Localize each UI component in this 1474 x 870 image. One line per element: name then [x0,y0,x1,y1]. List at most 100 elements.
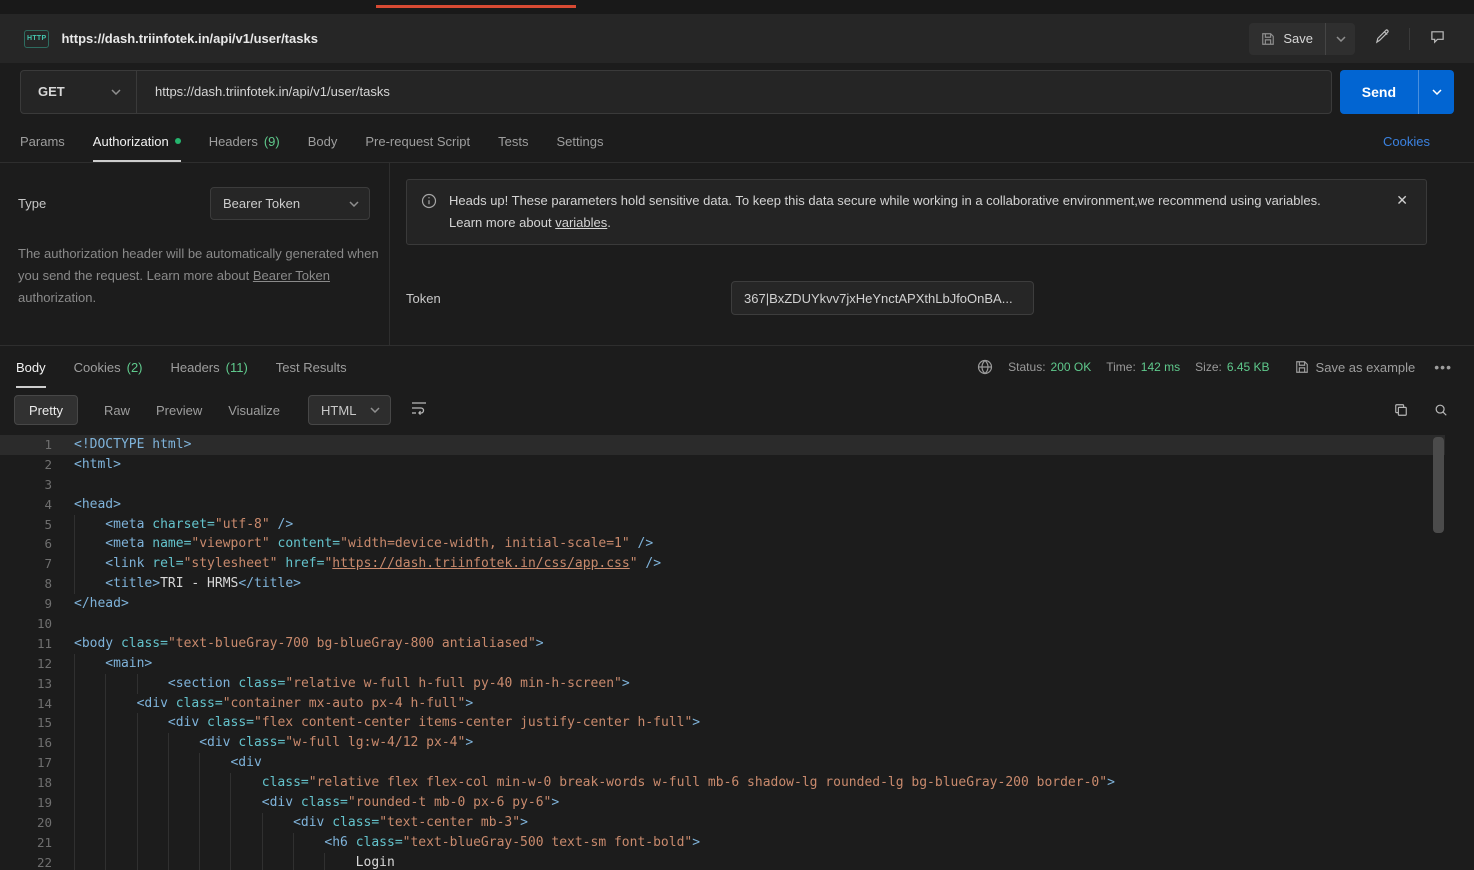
cookies-link[interactable]: Cookies [1383,134,1430,149]
url-input[interactable]: https://dash.triinfotek.in/api/v1/user/t… [137,71,1331,113]
method-select[interactable]: GET [21,71,137,113]
send-button[interactable]: Send [1340,70,1418,114]
response-tab-cookies[interactable]: Cookies (2) [74,346,143,388]
code-line[interactable]: 5<meta charset="utf-8" /> [0,515,1445,535]
comment-icon [1430,29,1445,49]
response-tab-body-label: Body [16,360,46,375]
line-content: <link rel="stylesheet" href="https://das… [52,554,661,574]
code-line[interactable]: 14<div class="container mx-auto px-4 h-f… [0,694,1445,714]
code-line[interactable]: 12<main> [0,654,1445,674]
header-actions: Save [1249,23,1452,55]
chevron-down-icon [111,89,121,95]
workspace-tab-strip [0,0,1474,14]
line-content: <div class="rounded-t mb-0 px-6 py-6"> [52,793,559,813]
code-line[interactable]: 1<!DOCTYPE html> [0,435,1445,455]
tab-prerequest-label: Pre-request Script [365,134,470,149]
tab-prerequest-script[interactable]: Pre-request Script [365,120,470,162]
chevron-down-icon [1336,36,1346,42]
authorization-detail-pane: Heads up! These parameters hold sensitiv… [390,163,1474,345]
line-number: 11 [0,634,52,654]
text-wrap-icon [411,401,427,420]
chevron-down-icon [1432,89,1442,95]
view-tab-pretty[interactable]: Pretty [14,395,78,425]
comments-button[interactable] [1422,24,1452,54]
line-content: <body class="text-blueGray-700 bg-blueGr… [52,634,544,654]
code-line[interactable]: 16<div class="w-full lg:w-4/12 px-4"> [0,733,1445,753]
tab-authorization-label: Authorization [93,134,169,149]
line-content: <div class="container mx-auto px-4 h-ful… [52,694,473,714]
save-button[interactable]: Save [1249,23,1325,55]
code-line[interactable]: 21<h6 class="text-blueGray-500 text-sm f… [0,833,1445,853]
view-tab-preview[interactable]: Preview [156,403,202,418]
code-line[interactable]: 8<title>TRI - HRMS</title> [0,574,1445,594]
response-tab-test-results[interactable]: Test Results [276,346,347,388]
tab-params[interactable]: Params [20,120,65,162]
code-line[interactable]: 2<html> [0,455,1445,475]
line-number: 10 [0,614,52,634]
code-line[interactable]: 9</head> [0,594,1445,614]
code-line[interactable]: 3 [0,475,1445,495]
wrap-lines-button[interactable] [405,396,433,424]
line-number: 3 [0,475,52,495]
line-number: 12 [0,654,52,674]
line-number: 1 [0,435,52,455]
line-content: <div [52,753,262,773]
banner-line-1: Heads up! These parameters hold sensitiv… [449,190,1321,212]
line-number: 6 [0,534,52,554]
tab-headers[interactable]: Headers (9) [209,120,280,162]
format-select[interactable]: HTML [308,395,391,425]
banner-close-icon[interactable]: ✕ [1392,190,1412,234]
auth-type-label: Type [18,196,210,211]
code-line[interactable]: 22Login [0,853,1445,870]
code-line[interactable]: 18class="relative flex flex-col min-w-0 … [0,773,1445,793]
code-line[interactable]: 6<meta name="viewport" content="width=de… [0,534,1445,554]
network-icon[interactable] [977,359,993,375]
code-line[interactable]: 20<div class="text-center mb-3"> [0,813,1445,833]
bearer-token-link[interactable]: Bearer Token [253,268,330,283]
view-tab-raw[interactable]: Raw [104,403,130,418]
http-request-icon: HTTP [24,30,49,48]
code-line[interactable]: 7<link rel="stylesheet" href="https://da… [0,554,1445,574]
code-line[interactable]: 4<head> [0,495,1445,515]
send-options-button[interactable] [1418,70,1454,114]
line-number: 2 [0,455,52,475]
banner-text: Heads up! These parameters hold sensitiv… [449,190,1321,234]
code-line[interactable]: 19<div class="rounded-t mb-0 px-6 py-6"> [0,793,1445,813]
token-row: Token 367|BxZDUYkvv7jxHeYnctAPXthLbJfoOn… [406,281,1427,315]
header-divider [1409,28,1410,50]
response-view-controls: Pretty Raw Preview Visualize HTML [0,388,1474,432]
code-line[interactable]: 15<div class="flex content-center items-… [0,713,1445,733]
response-body-editor[interactable]: 1<!DOCTYPE html>2<html>34<head>5<meta ch… [0,432,1474,870]
token-input[interactable]: 367|BxZDUYkvv7jxHeYnctAPXthLbJfoOnBA... [731,281,1034,315]
search-button[interactable] [1434,403,1448,417]
vertical-scrollbar[interactable] [1433,437,1444,533]
method-url-group: GET https://dash.triinfotek.in/api/v1/us… [20,70,1332,114]
line-content [52,614,74,634]
authorization-panel: Type Bearer Token The authorization head… [0,162,1474,345]
more-options-icon[interactable]: ••• [1434,359,1452,375]
request-title: https://dash.triinfotek.in/api/v1/user/t… [61,31,317,46]
code-line[interactable]: 17<div [0,753,1445,773]
banner-line-2: Learn more about variables. [449,212,1321,234]
auth-type-select[interactable]: Bearer Token [210,187,370,220]
line-number: 13 [0,674,52,694]
code-line[interactable]: 11<body class="text-blueGray-700 bg-blue… [0,634,1445,654]
save-button-label: Save [1283,31,1313,46]
response-tab-headers[interactable]: Headers (11) [171,346,248,388]
edit-button[interactable] [1367,24,1397,54]
banner-suffix: . [607,215,611,230]
tab-authorization[interactable]: Authorization [93,120,181,162]
code-line[interactable]: 13<section class="relative w-full h-full… [0,674,1445,694]
tab-tests[interactable]: Tests [498,120,528,162]
size-label: Size: [1195,360,1222,374]
tab-settings[interactable]: Settings [556,120,603,162]
code-line[interactable]: 10 [0,614,1445,634]
view-tab-visualize[interactable]: Visualize [228,403,280,418]
save-as-example-button[interactable]: Save as example [1295,360,1416,375]
variables-link[interactable]: variables [555,215,607,230]
save-options-button[interactable] [1325,23,1355,55]
line-number: 8 [0,574,52,594]
response-tab-body[interactable]: Body [16,346,46,388]
copy-button[interactable] [1394,403,1408,417]
tab-body[interactable]: Body [308,120,338,162]
